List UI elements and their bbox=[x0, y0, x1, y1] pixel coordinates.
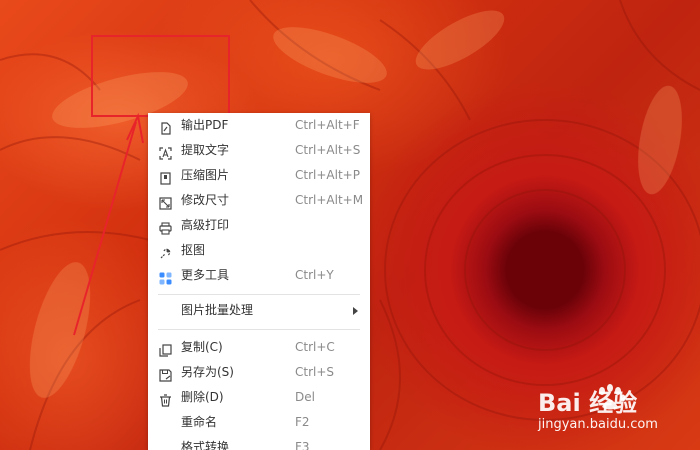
text-extract-icon bbox=[159, 144, 172, 160]
context-menu: 输出PDF Ctrl+Alt+F 提取文字 Ctrl+Alt+S 压缩图片 Ct… bbox=[148, 113, 370, 450]
menu-item-label: 输出PDF bbox=[181, 118, 229, 132]
menu-item-shortcut: F2 bbox=[295, 415, 310, 429]
menu-item-label: 图片批量处理 bbox=[181, 303, 254, 317]
baidu-jingyan-watermark: Bai 经验 jingyan.baidu.com bbox=[538, 383, 698, 443]
menu-item-label: 另存为(S) bbox=[181, 365, 234, 379]
menu-item-label: 更多工具 bbox=[181, 268, 230, 282]
menu-item-cutout[interactable]: 抠图 bbox=[148, 238, 370, 263]
menu-item-label: 抠图 bbox=[181, 243, 206, 257]
menu-item-label: 提取文字 bbox=[181, 143, 230, 157]
menu-item-resize[interactable]: 修改尺寸 Ctrl+Alt+M bbox=[148, 188, 370, 213]
pdf-export-icon bbox=[159, 119, 172, 135]
menu-separator bbox=[158, 329, 360, 330]
menu-item-save-as[interactable]: 另存为(S) Ctrl+S bbox=[148, 360, 370, 385]
menu-item-advanced-print[interactable]: 高级打印 bbox=[148, 213, 370, 238]
submenu-arrow-icon bbox=[353, 307, 358, 315]
highlight-rectangle bbox=[91, 35, 230, 117]
menu-item-delete[interactable]: 删除(D) Del bbox=[148, 385, 370, 410]
menu-item-label: 压缩图片 bbox=[181, 168, 230, 182]
printer-icon bbox=[159, 219, 172, 235]
watermark-site: jingyan.baidu.com bbox=[538, 417, 658, 432]
menu-item-compress-image[interactable]: 压缩图片 Ctrl+Alt+P bbox=[148, 163, 370, 188]
menu-item-label: 重命名 bbox=[181, 415, 218, 429]
menu-item-rename[interactable]: 重命名 F2 bbox=[148, 410, 370, 435]
menu-item-shortcut: Ctrl+Y bbox=[295, 268, 334, 282]
menu-item-extract-text[interactable]: 提取文字 Ctrl+Alt+S bbox=[148, 138, 370, 163]
resize-icon bbox=[159, 194, 172, 210]
menu-item-label: 修改尺寸 bbox=[181, 193, 230, 207]
menu-item-shortcut: Ctrl+C bbox=[295, 340, 335, 354]
menu-item-shortcut: Ctrl+Alt+P bbox=[295, 168, 360, 182]
menu-item-export-pdf[interactable]: 输出PDF Ctrl+Alt+F bbox=[148, 113, 370, 138]
menu-item-shortcut: Ctrl+Alt+F bbox=[295, 118, 360, 132]
cutout-icon bbox=[159, 244, 172, 259]
menu-item-shortcut: F3 bbox=[295, 440, 310, 450]
menu-item-more-tools[interactable]: 更多工具 Ctrl+Y bbox=[148, 263, 370, 288]
compress-icon bbox=[159, 169, 172, 185]
save-as-icon bbox=[159, 366, 172, 382]
menu-item-label: 删除(D) bbox=[181, 390, 224, 404]
paw-logo-icon bbox=[599, 384, 626, 410]
menu-item-shortcut: Del bbox=[295, 390, 315, 404]
menu-item-shortcut: Ctrl+Alt+S bbox=[295, 143, 361, 157]
menu-separator bbox=[158, 294, 360, 295]
menu-item-shortcut: Ctrl+Alt+M bbox=[295, 193, 364, 207]
menu-item-copy[interactable]: 复制(C) Ctrl+C bbox=[148, 335, 370, 360]
menu-item-shortcut: Ctrl+S bbox=[295, 365, 335, 379]
more-tools-icon bbox=[159, 269, 172, 285]
menu-item-label: 高级打印 bbox=[181, 218, 230, 232]
menu-item-label: 复制(C) bbox=[181, 340, 223, 354]
menu-item-format-convert[interactable]: 格式转换 F3 bbox=[148, 435, 370, 450]
menu-item-label: 格式转换 bbox=[181, 440, 230, 450]
delete-icon bbox=[159, 391, 172, 407]
copy-icon bbox=[159, 341, 172, 357]
menu-item-batch-processing[interactable]: 图片批量处理 bbox=[148, 298, 370, 323]
